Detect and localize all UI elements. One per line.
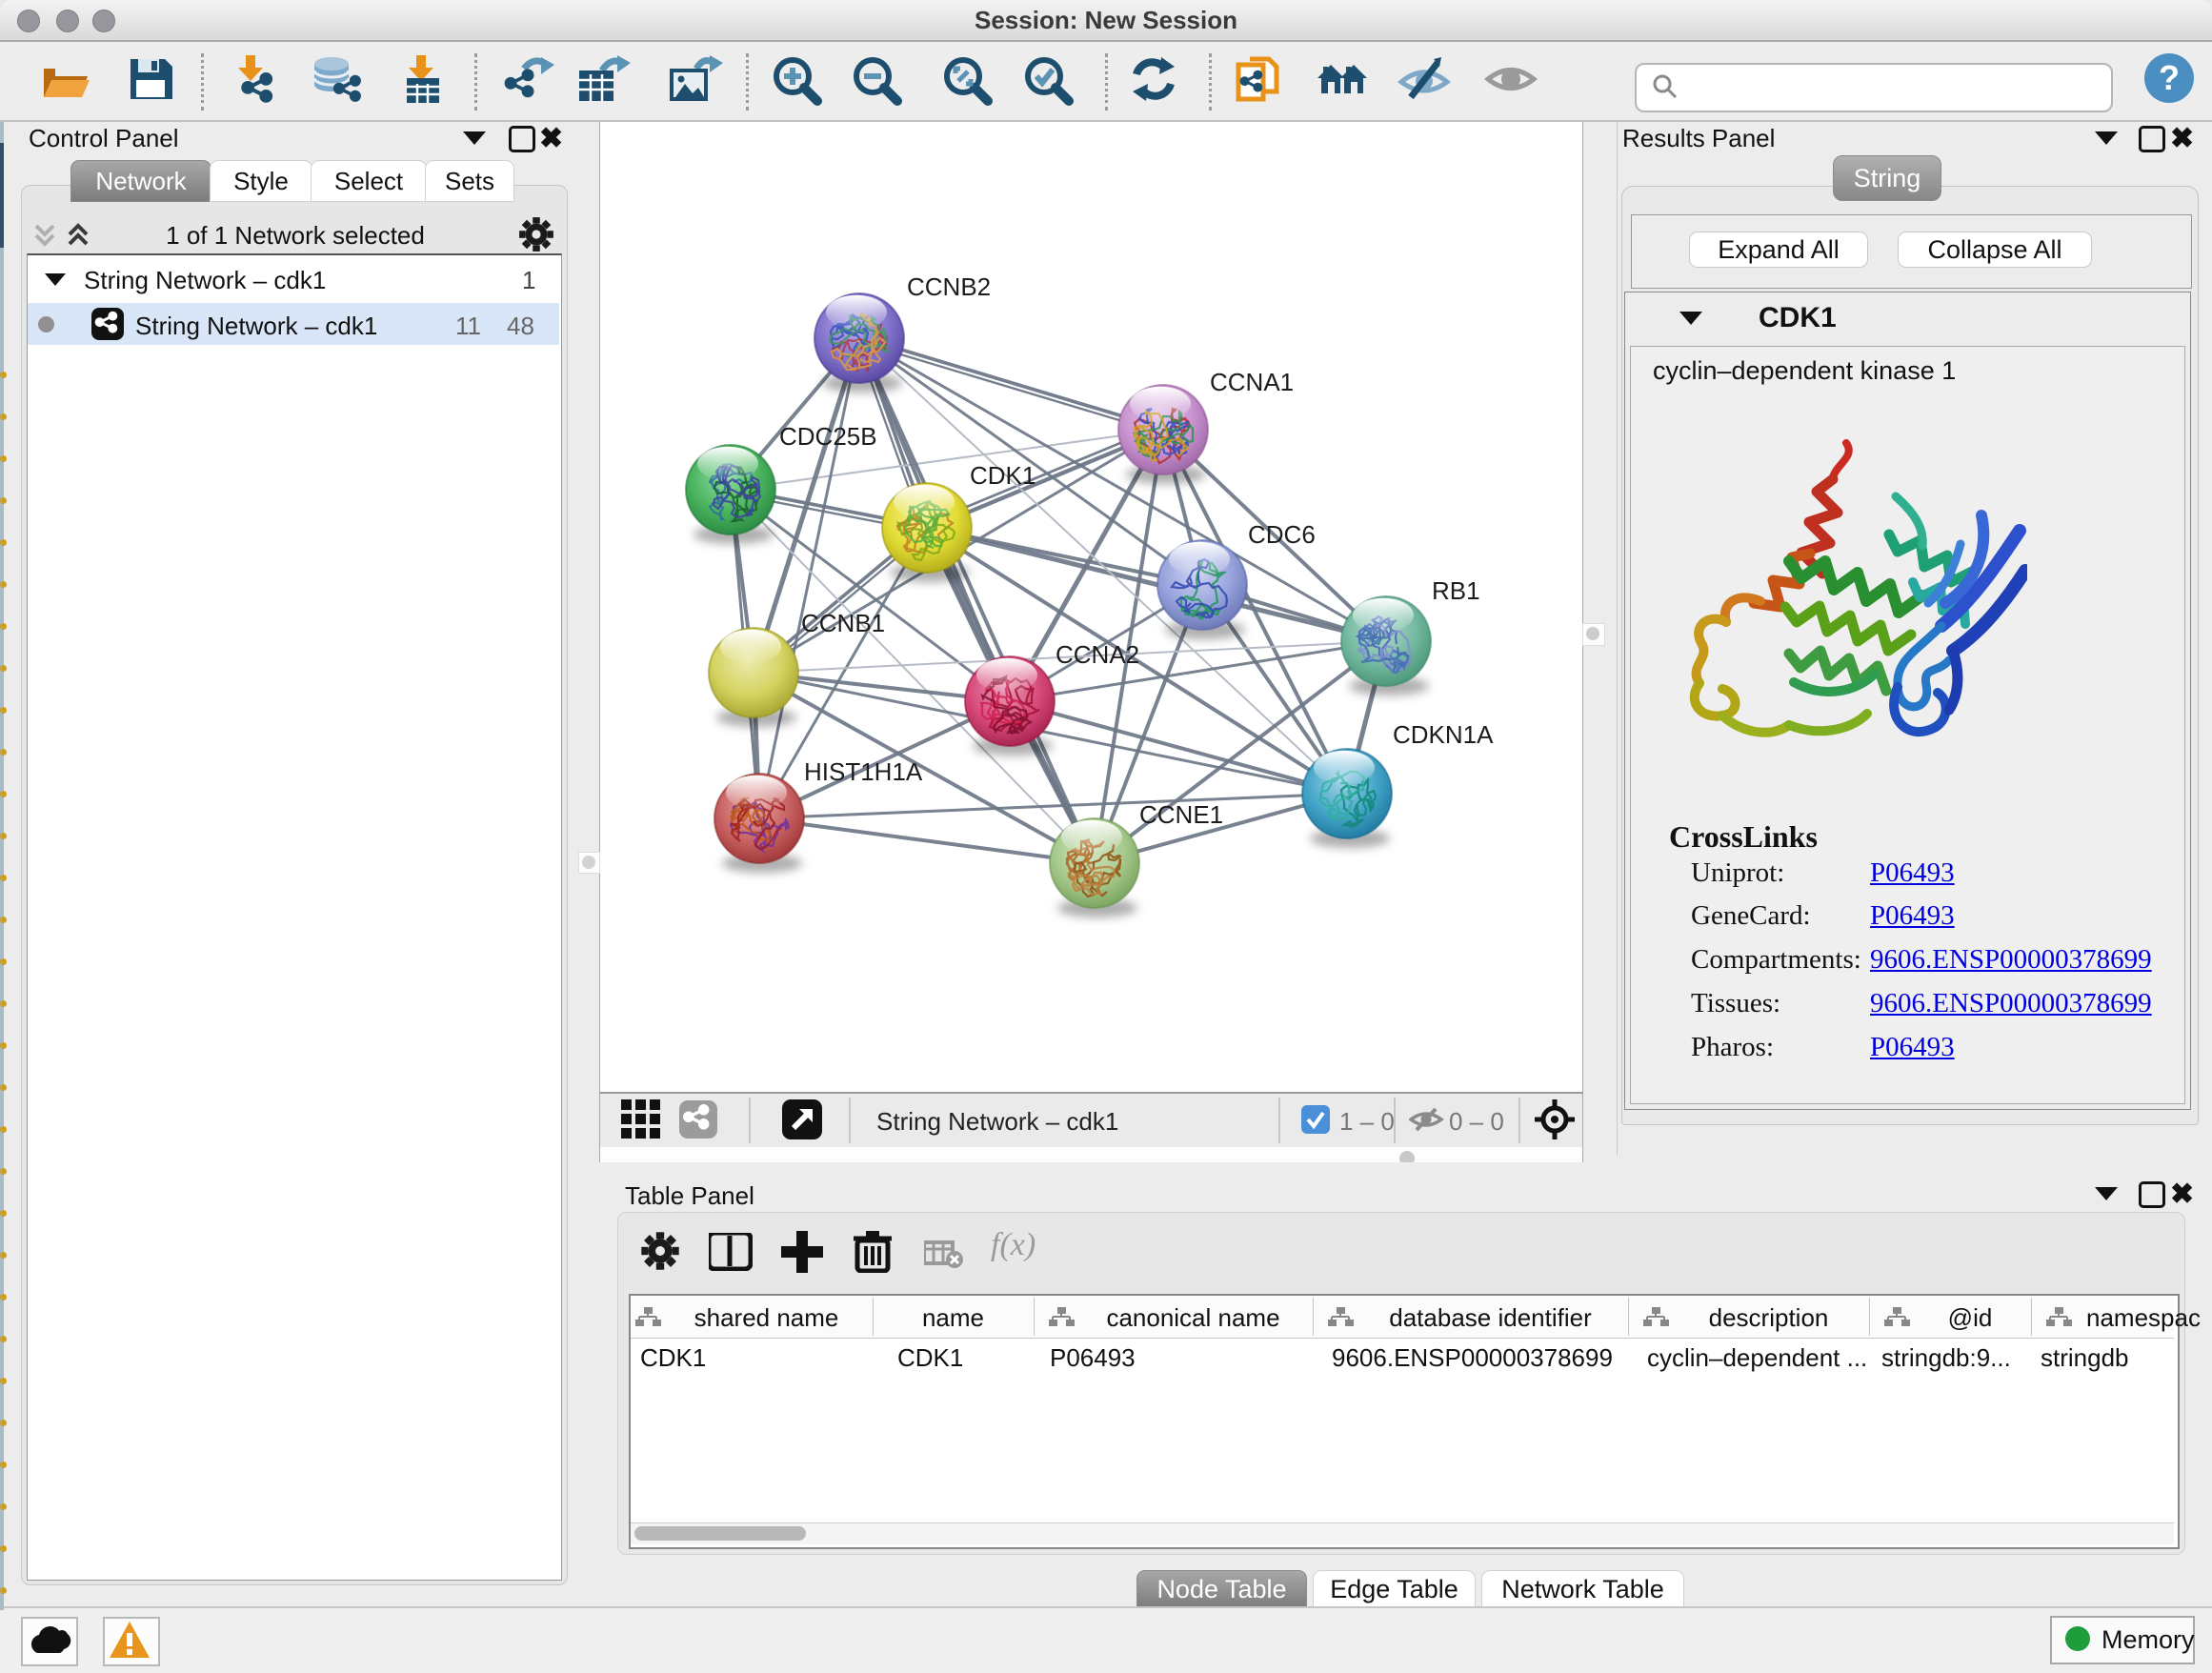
svg-text:CDC25B: CDC25B (779, 422, 877, 451)
svg-text:CDK1: CDK1 (970, 461, 1036, 490)
svg-text:CDKN1A: CDKN1A (1393, 720, 1494, 749)
svg-text:CCNB2: CCNB2 (907, 272, 991, 301)
svg-text:CCNA1: CCNA1 (1210, 368, 1294, 396)
svg-text:RB1: RB1 (1432, 576, 1480, 605)
svg-text:CCNB1: CCNB1 (801, 609, 885, 637)
svg-text:HIST1H1A: HIST1H1A (804, 757, 923, 786)
svg-text:CCNA2: CCNA2 (1056, 640, 1139, 669)
svg-text:CCNE1: CCNE1 (1139, 800, 1223, 829)
svg-text:CDC6: CDC6 (1248, 520, 1316, 549)
